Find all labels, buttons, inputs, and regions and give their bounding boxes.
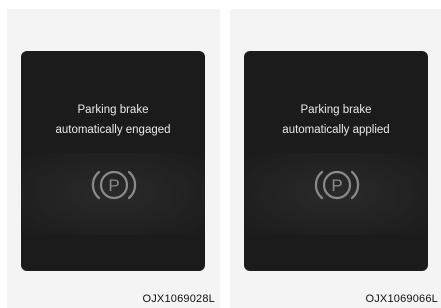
- figure-panel-applied: Parking brake automatically applied P OJ…: [230, 9, 441, 308]
- cluster-display: Parking brake automatically engaged P: [21, 51, 205, 271]
- message-line-1: Parking brake: [300, 104, 372, 116]
- figure-panel-engaged: Parking brake automatically engaged P OJ…: [7, 9, 220, 308]
- parking-brake-icon: P: [313, 168, 361, 202]
- figure-code: OJX1069066L: [365, 293, 438, 305]
- message-line-2: automatically engaged: [55, 124, 171, 136]
- message-line-1: Parking brake: [77, 104, 149, 116]
- parking-letter: P: [108, 176, 119, 195]
- warning-message: Parking brake automatically applied: [244, 100, 428, 140]
- parking-letter: P: [331, 176, 342, 195]
- message-line-2: automatically applied: [282, 124, 390, 136]
- figure-code: OJX1069028L: [142, 293, 215, 305]
- warning-message: Parking brake automatically engaged: [21, 100, 205, 140]
- cluster-display: Parking brake automatically applied P: [244, 51, 428, 271]
- parking-brake-icon: P: [90, 168, 138, 202]
